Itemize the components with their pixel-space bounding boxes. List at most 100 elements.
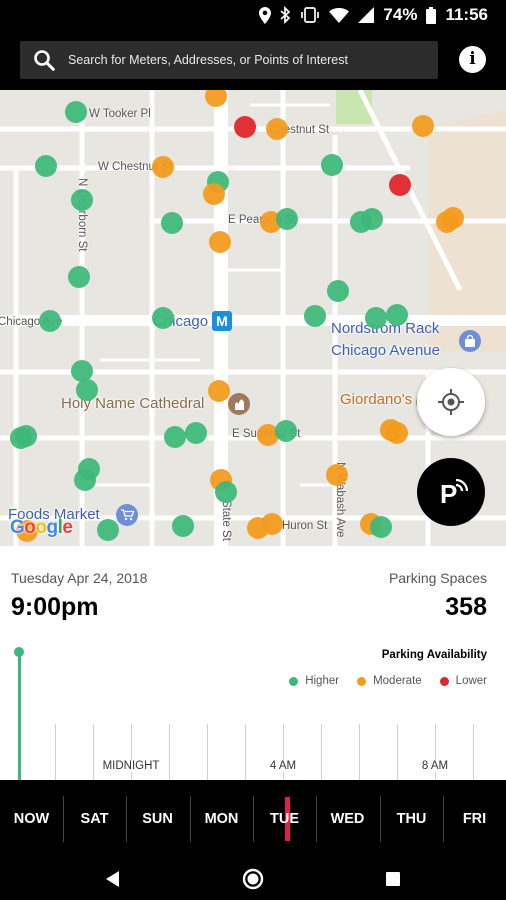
meter-dot-higher[interactable] bbox=[15, 425, 37, 447]
bluetooth-icon bbox=[280, 6, 291, 24]
timeline-label-midnight: MIDNIGHT bbox=[100, 760, 162, 772]
meter-dot-higher[interactable] bbox=[152, 307, 174, 329]
timeline-tick bbox=[359, 724, 360, 780]
system-navigation-bar bbox=[0, 858, 506, 900]
meter-dot-moderate[interactable] bbox=[208, 380, 230, 402]
poi-nordstrom-line2[interactable]: Chicago Avenue bbox=[331, 342, 440, 359]
hour-timeline[interactable]: MIDNIGHT 4 AM 8 AM bbox=[0, 724, 506, 780]
wifi-icon bbox=[329, 7, 350, 23]
recents-icon[interactable] bbox=[385, 871, 401, 887]
day-selector: NOW SAT SUN MON TUE WED THU FRI bbox=[0, 780, 506, 858]
meter-dot-lower[interactable] bbox=[389, 174, 411, 196]
meter-dot-moderate[interactable] bbox=[266, 118, 288, 140]
meter-dot-higher[interactable] bbox=[39, 310, 61, 332]
status-icons: 74% 11:56 bbox=[259, 5, 488, 25]
search-input[interactable]: Search for Meters, Addresses, or Points … bbox=[68, 53, 348, 67]
meter-dot-higher[interactable] bbox=[185, 422, 207, 444]
meter-dot-higher[interactable] bbox=[327, 280, 349, 302]
timeline-label-8am: 8 AM bbox=[419, 760, 451, 772]
meter-dot-higher[interactable] bbox=[74, 469, 96, 491]
meter-dot-lower[interactable] bbox=[234, 116, 256, 138]
meter-dot-higher[interactable] bbox=[386, 304, 408, 326]
meter-dot-higher[interactable] bbox=[35, 155, 57, 177]
parking-spaces-label: Parking Spaces bbox=[388, 570, 487, 586]
parking-icon: P bbox=[440, 478, 468, 509]
meter-dot-moderate[interactable] bbox=[203, 183, 225, 205]
time-slider-line[interactable] bbox=[18, 652, 21, 780]
meter-dot-higher[interactable] bbox=[172, 515, 194, 537]
meter-dot-moderate[interactable] bbox=[412, 115, 434, 137]
meter-dot-moderate[interactable] bbox=[209, 231, 231, 253]
timeline-tick bbox=[55, 724, 56, 780]
day-tab-fri[interactable]: FRI bbox=[443, 780, 506, 858]
timeline-tick bbox=[207, 724, 208, 780]
timeline-tick bbox=[321, 724, 322, 780]
crosshair-icon bbox=[438, 389, 464, 415]
vibrate-icon bbox=[301, 7, 320, 23]
day-tab-wed[interactable]: WED bbox=[316, 780, 379, 858]
day-tab-mon[interactable]: MON bbox=[190, 780, 253, 858]
meter-dot-higher[interactable] bbox=[304, 305, 326, 327]
map-view[interactable]: W Tooker Pl W Chestnut St E Pearson St C… bbox=[0, 90, 506, 546]
selected-date: Tuesday Apr 24, 2018 bbox=[11, 570, 148, 586]
street-label-state: State St bbox=[220, 500, 232, 541]
timeline-tick bbox=[397, 724, 398, 780]
subway-station-icon[interactable]: M bbox=[212, 311, 232, 331]
meter-dot-higher[interactable] bbox=[365, 307, 387, 329]
timeline-tick bbox=[169, 724, 170, 780]
meter-dot-higher[interactable] bbox=[215, 481, 237, 503]
legend-moderate: Moderate bbox=[357, 675, 422, 687]
back-icon[interactable] bbox=[104, 870, 122, 888]
info-button[interactable]: i bbox=[459, 46, 486, 73]
app-bar: Search for Meters, Addresses, or Points … bbox=[0, 32, 506, 90]
timeline-tick bbox=[245, 724, 246, 780]
search-bar[interactable]: Search for Meters, Addresses, or Points … bbox=[20, 41, 438, 79]
info-icon: i bbox=[469, 49, 476, 69]
meter-dot-higher[interactable] bbox=[164, 426, 186, 448]
cart-icon[interactable] bbox=[116, 504, 138, 526]
day-tab-thu[interactable]: THU bbox=[380, 780, 443, 858]
meter-dot-higher[interactable] bbox=[161, 212, 183, 234]
time-slider-handle[interactable] bbox=[14, 647, 24, 657]
meter-dot-moderate[interactable] bbox=[386, 422, 408, 444]
home-icon[interactable] bbox=[242, 868, 264, 890]
timeline-tick bbox=[93, 724, 94, 780]
battery-percent: 74% bbox=[383, 5, 418, 24]
meter-dot-higher[interactable] bbox=[97, 519, 119, 541]
timeline-tick bbox=[473, 724, 474, 780]
meter-dot-higher[interactable] bbox=[321, 154, 343, 176]
shopping-bag-icon[interactable] bbox=[459, 330, 481, 352]
day-tab-now[interactable]: NOW bbox=[0, 780, 63, 858]
meter-dot-higher[interactable] bbox=[361, 208, 383, 230]
day-tab-sun[interactable]: SUN bbox=[126, 780, 189, 858]
availability-title: Parking Availability bbox=[381, 649, 487, 661]
meter-dot-moderate[interactable] bbox=[442, 207, 464, 229]
meter-dot-higher[interactable] bbox=[370, 516, 392, 538]
battery-icon bbox=[426, 6, 437, 24]
street-label-huron: Huron St bbox=[282, 520, 328, 532]
street-label-tooker: W Tooker Pl bbox=[89, 108, 151, 120]
parking-mode-button[interactable]: P bbox=[417, 458, 485, 526]
meter-dot-moderate[interactable] bbox=[261, 513, 283, 535]
day-tab-sat[interactable]: SAT bbox=[63, 780, 126, 858]
church-icon[interactable] bbox=[228, 393, 250, 415]
meter-dot-higher[interactable] bbox=[71, 189, 93, 211]
availability-legend: Higher Moderate Lower bbox=[289, 675, 487, 687]
poi-giordanos[interactable]: Giordano's bbox=[340, 391, 412, 408]
day-tab-tue[interactable]: TUE bbox=[253, 780, 316, 858]
meter-dot-higher[interactable] bbox=[276, 208, 298, 230]
clock: 11:56 bbox=[445, 5, 488, 24]
meter-dot-higher[interactable] bbox=[275, 420, 297, 442]
legend-lower: Lower bbox=[439, 675, 487, 687]
svg-text:P: P bbox=[440, 479, 457, 509]
google-logo: Google bbox=[10, 517, 73, 538]
meter-dot-moderate[interactable] bbox=[326, 464, 348, 486]
signal-icon bbox=[358, 7, 375, 23]
meter-dot-higher[interactable] bbox=[65, 101, 87, 123]
search-icon[interactable] bbox=[33, 49, 55, 71]
meter-dot-higher[interactable] bbox=[76, 379, 98, 401]
status-bar: 74% 11:56 bbox=[0, 0, 506, 32]
meter-dot-moderate[interactable] bbox=[152, 156, 174, 178]
meter-dot-higher[interactable] bbox=[68, 266, 90, 288]
my-location-button[interactable] bbox=[417, 368, 485, 436]
